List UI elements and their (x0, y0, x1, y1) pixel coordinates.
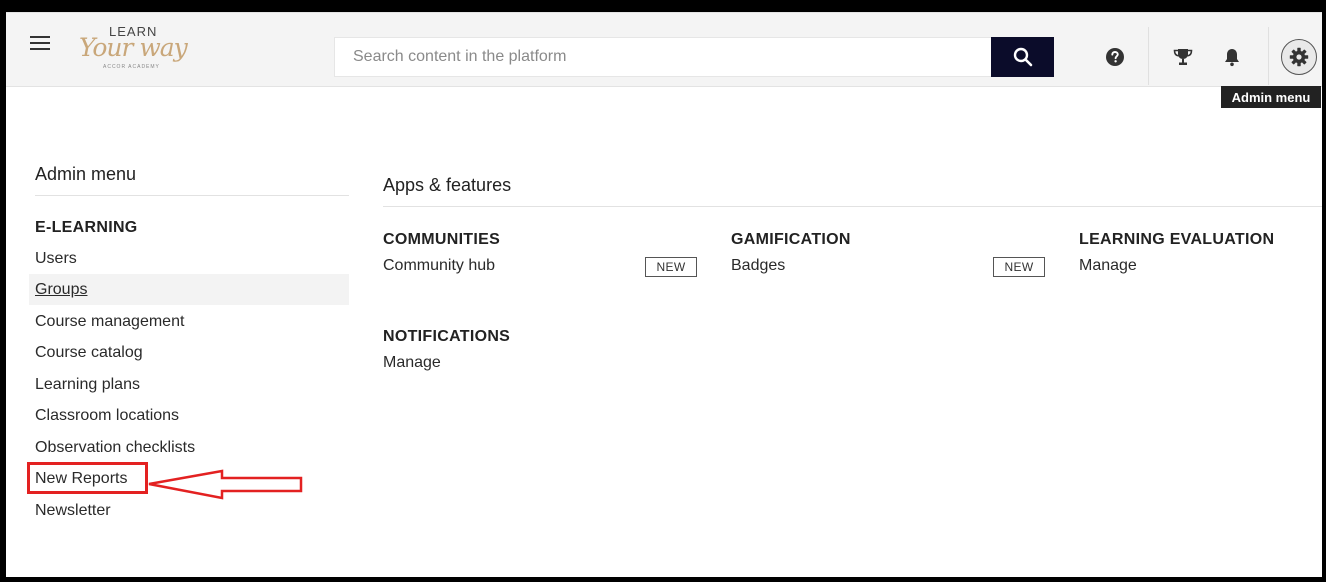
apps-features-divider (383, 206, 1322, 207)
trophy-icon (1173, 49, 1193, 65)
apps-features-title: Apps & features (383, 175, 512, 195)
admin-menu-title: Admin menu (35, 164, 137, 184)
brand-logo[interactable]: LEARN Your way ACCOR ACADEMY (79, 24, 194, 70)
new-badge: NEW (993, 257, 1045, 277)
community-hub-link[interactable]: Community hub (383, 257, 495, 275)
header-divider (1148, 27, 1149, 85)
communities-title: COMMUNITIES (383, 231, 501, 248)
help-icon (1106, 48, 1124, 66)
learning-evaluation-manage-link[interactable]: Manage (1079, 257, 1137, 275)
sidebar-item-learning-plans[interactable]: Learning plans (35, 369, 140, 400)
sidebar-item-course-management[interactable]: Course management (35, 306, 184, 337)
search-input[interactable] (334, 37, 992, 77)
sidebar-item-observation-checklists[interactable]: Observation checklists (35, 432, 195, 463)
notifications-button[interactable] (1215, 38, 1249, 76)
gear-icon (1289, 47, 1309, 67)
search-icon (1013, 47, 1032, 67)
annotation-arrow (148, 469, 303, 500)
admin-menu-tooltip: Admin menu (1221, 86, 1321, 108)
badges-link[interactable]: Badges (731, 257, 785, 275)
hamburger-icon[interactable] (30, 36, 50, 50)
bell-icon (1225, 49, 1239, 67)
sidebar-item-course-catalog[interactable]: Course catalog (35, 337, 143, 368)
admin-menu-button[interactable] (1281, 39, 1317, 75)
elearning-section-title: E-LEARNING (35, 219, 138, 236)
admin-menu-divider (35, 195, 349, 196)
sidebar-item-groups[interactable]: Groups (29, 274, 349, 305)
logo-your-way-text: Your way (79, 33, 188, 62)
search-button[interactable] (991, 37, 1054, 77)
notifications-title: NOTIFICATIONS (383, 328, 511, 345)
logo-academy-text: ACCOR ACADEMY (103, 64, 160, 70)
learning-evaluation-title: LEARNING EVALUATION (1079, 231, 1275, 248)
header-divider (1268, 27, 1269, 85)
help-button[interactable] (1098, 38, 1132, 76)
sidebar-item-classroom-locations[interactable]: Classroom locations (35, 400, 179, 431)
new-reports-highlight-box (27, 462, 148, 494)
new-badge: NEW (645, 257, 697, 277)
sidebar-item-newsletter[interactable]: Newsletter (35, 495, 111, 526)
notifications-manage-link[interactable]: Manage (383, 354, 441, 372)
sidebar-item-label: Groups (35, 281, 88, 298)
gamification-title: GAMIFICATION (731, 231, 851, 248)
trophy-button[interactable] (1166, 38, 1200, 76)
sidebar-item-users[interactable]: Users (35, 243, 77, 274)
